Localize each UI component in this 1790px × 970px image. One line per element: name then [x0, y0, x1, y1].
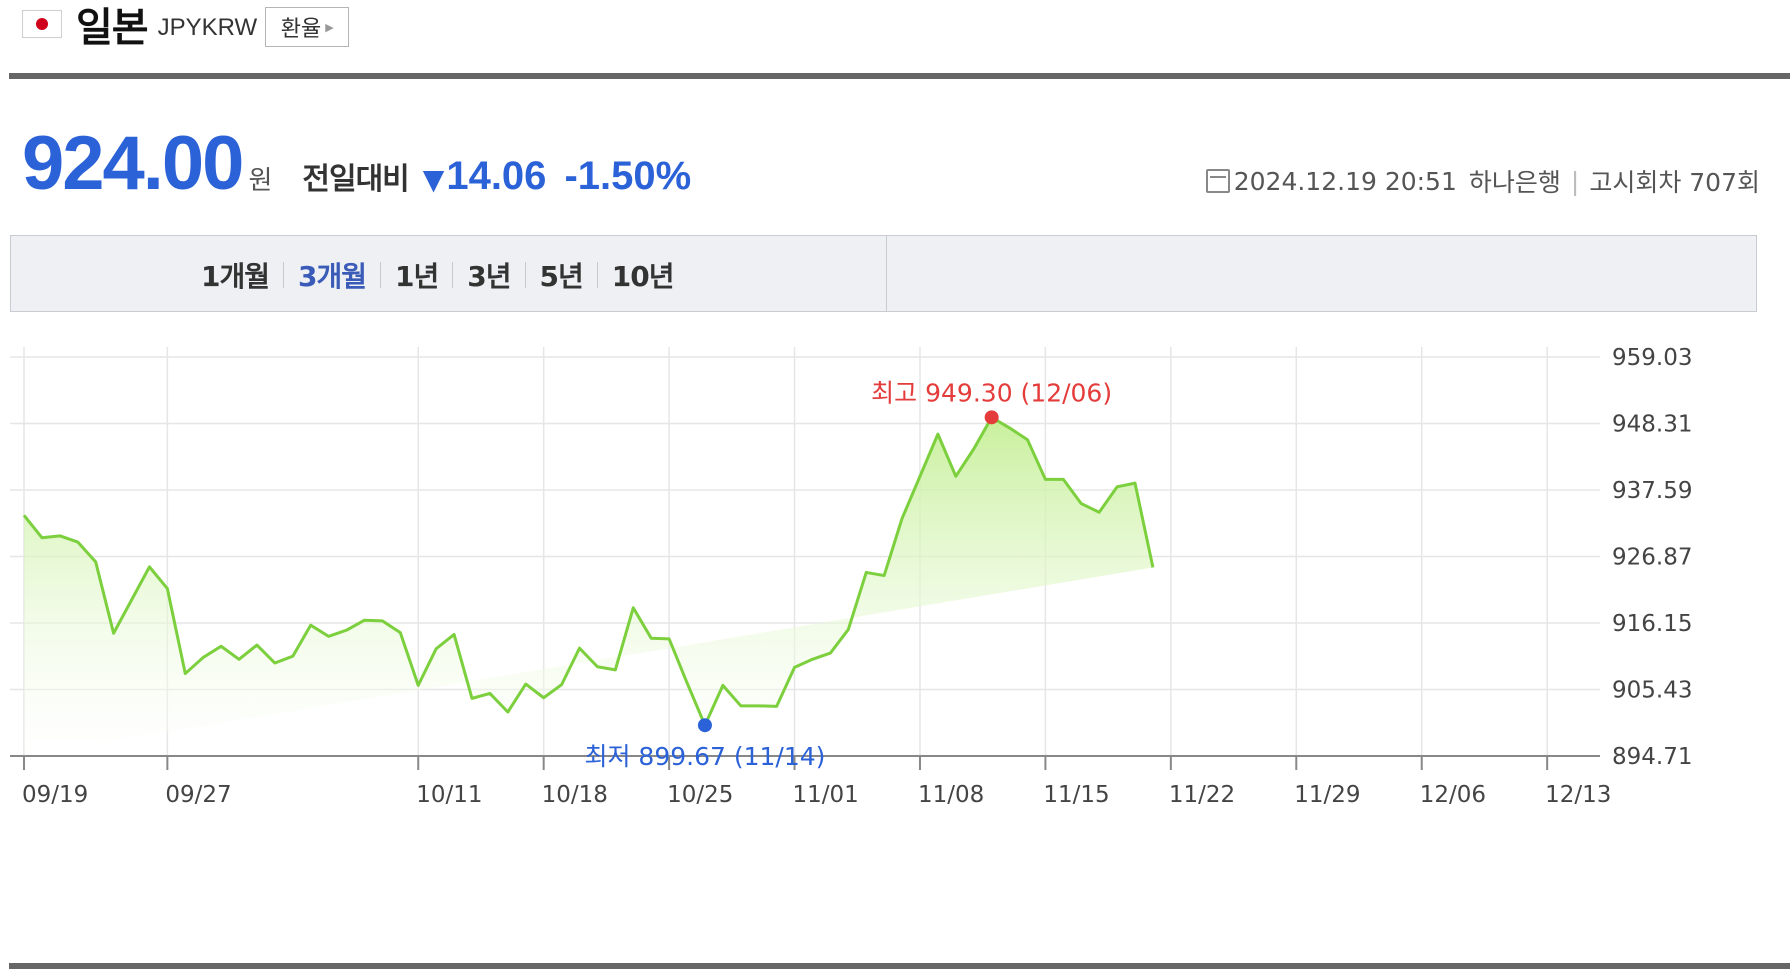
y-tick-label: 916.15: [1612, 611, 1692, 637]
period-tab-3개월[interactable]: 3개월: [284, 255, 380, 295]
japan-flag-icon: [22, 10, 62, 38]
x-tick-label: 10/25: [667, 782, 733, 808]
x-tick-label: 09/27: [165, 782, 231, 808]
current-price: 924.00: [22, 121, 244, 206]
x-tick-label: 11/08: [918, 782, 984, 808]
quote-meta: 2024.12.19 20:51 하나은행 | 고시회차 707회: [1205, 163, 1760, 199]
period-selector: 1개월 3개월 1년 3년 5년 10년: [10, 235, 1757, 312]
low-point-marker: [697, 718, 712, 733]
x-tick-label: 10/18: [542, 782, 608, 808]
price-change-percent: -1.50%: [564, 154, 692, 198]
high-point-label: 최고 949.30 (12/06): [871, 378, 1112, 407]
bottom-divider: [9, 963, 1790, 969]
header: 일본 JPYKRW 환율 ▶: [22, 0, 350, 51]
triangle-right-icon: ▶: [325, 20, 334, 34]
currency-code: JPYKRW: [157, 14, 258, 41]
down-triangle-icon: ▼: [422, 163, 445, 196]
bank-name: 하나은행: [1468, 168, 1561, 197]
exchange-rate-chart: 959.03 948.31 937.59 926.87 916.15 905.43 894.…: [10, 345, 1692, 808]
x-tick-label: 11/15: [1043, 782, 1109, 808]
notice-round: 고시회차 707회: [1589, 168, 1760, 197]
rate-area: [24, 417, 1153, 756]
calendar-icon: [1205, 169, 1230, 193]
high-point-marker: [984, 410, 999, 425]
x-tick-label: 11/22: [1169, 782, 1235, 808]
x-tick-label: 09/19: [22, 782, 88, 808]
x-tick-label: 12/06: [1420, 782, 1486, 808]
exchange-rate-button[interactable]: 환율 ▶: [265, 7, 350, 47]
compare-label: 전일대비: [302, 162, 409, 197]
period-tab-3년[interactable]: 3년: [453, 255, 524, 295]
price-change: 14.06: [446, 154, 547, 198]
x-tick-label: 12/13: [1545, 782, 1611, 808]
period-tab-5년[interactable]: 5년: [526, 255, 597, 295]
period-tab-1년[interactable]: 1년: [381, 255, 452, 295]
period-bar-divider: [886, 236, 887, 311]
period-tab-10년[interactable]: 10년: [598, 255, 688, 295]
x-tick-label: 11/29: [1294, 782, 1360, 808]
exchange-rate-button-label: 환율: [280, 17, 322, 42]
low-point-label: 최저 899.67 (11/14): [584, 742, 825, 771]
period-tabs: 1개월 3개월 1년 3년 5년 10년: [187, 236, 688, 313]
y-tick-label: 937.59: [1612, 478, 1692, 504]
country-name: 일본: [76, 5, 149, 51]
y-tick-label: 948.31: [1612, 412, 1692, 438]
price-unit: 원: [248, 166, 273, 196]
y-tick-label: 959.03: [1612, 345, 1692, 371]
y-tick-label: 905.43: [1612, 678, 1692, 704]
y-tick-label: 926.87: [1612, 545, 1692, 571]
x-tick-label: 10/11: [416, 782, 482, 808]
period-tab-1개월[interactable]: 1개월: [187, 255, 283, 295]
quote-datetime: 2024.12.19 20:51: [1233, 166, 1457, 196]
y-tick-label: 894.71: [1612, 744, 1692, 770]
meta-separator: |: [1570, 166, 1580, 196]
top-divider: [9, 73, 1790, 79]
price-row: 924.00 원 전일대비 ▼ 14.06 -1.50%: [22, 120, 691, 207]
x-tick-label: 11/01: [793, 782, 859, 808]
